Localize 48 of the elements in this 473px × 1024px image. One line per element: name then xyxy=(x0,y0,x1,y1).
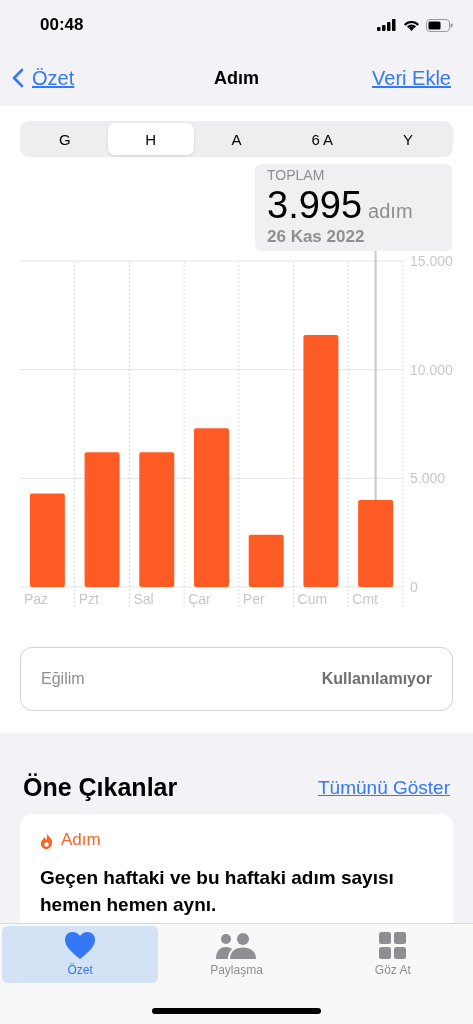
chart-bar[interactable] xyxy=(358,500,394,587)
y-axis-label: 15.000 xyxy=(410,253,453,269)
back-link[interactable]: Özet xyxy=(12,66,75,90)
signal-icon xyxy=(377,19,397,31)
chart-bar[interactable] xyxy=(29,493,65,587)
x-axis-label: Cum xyxy=(297,591,328,607)
trend-value: Kullanılamıyor xyxy=(321,670,432,688)
add-data-link[interactable]: Veri Ekle xyxy=(372,66,451,90)
tab-bar-item[interactable]: Göz At xyxy=(314,926,471,983)
people-icon xyxy=(216,932,257,959)
chart-bar[interactable] xyxy=(303,334,339,587)
summary-date: 26 Kas 2022 xyxy=(267,227,366,247)
segment-tab[interactable]: G xyxy=(22,123,108,155)
x-axis-label: Per xyxy=(242,591,265,607)
y-axis-label: 5.000 xyxy=(410,470,446,487)
y-axis-label: 0 xyxy=(410,579,418,595)
heart-icon xyxy=(65,932,96,959)
segment-tab[interactable]: H xyxy=(107,123,194,155)
y-axis-label: 10.000 xyxy=(410,361,453,378)
x-axis-label: Cmt xyxy=(352,591,378,607)
chevron-left-icon xyxy=(12,68,24,88)
trend-label: Eğilim xyxy=(41,670,85,688)
x-axis-label: Paz xyxy=(24,591,49,607)
summary-label: TOPLAM xyxy=(267,167,326,183)
trend-row[interactable]: Eğilim Kullanılamıyor xyxy=(20,647,453,711)
segment-tab[interactable]: 6 A xyxy=(279,123,366,155)
x-axis-label: Sal xyxy=(133,591,154,607)
summary-value: 3.995 xyxy=(267,183,363,227)
tab-bar-item[interactable]: Özet xyxy=(2,926,159,983)
wifi-icon xyxy=(403,19,420,31)
x-axis-label: Pzt xyxy=(78,591,99,607)
nav-title: Adım xyxy=(214,67,259,89)
battery-icon xyxy=(426,18,453,32)
section-heading: Öne Çıkanlar xyxy=(23,773,178,802)
highlight-card[interactable]: Adım Geçen haftaki ve bu haftaki adım sayısı hemen hemen aynı. xyxy=(20,814,453,923)
summary-unit: adım xyxy=(368,200,413,223)
status-time: 00:48 xyxy=(40,15,85,35)
segment-tab[interactable]: A xyxy=(193,123,280,155)
segment-tab[interactable]: Y xyxy=(365,123,451,155)
card-category: Adım xyxy=(61,830,101,850)
chart-bar[interactable] xyxy=(84,452,120,587)
grid-icon xyxy=(379,932,407,959)
highlight-text: Geçen haftaki ve bu haftaki adım sayısı hemen hemen aynı. xyxy=(40,866,395,917)
chart-bar[interactable] xyxy=(248,534,284,587)
x-axis-label: Çar xyxy=(188,591,211,607)
show-all-link[interactable]: Tümünü Göster xyxy=(318,776,450,799)
chart-bar[interactable] xyxy=(139,452,175,587)
tab-bar-item[interactable]: Paylaşma xyxy=(158,926,315,983)
